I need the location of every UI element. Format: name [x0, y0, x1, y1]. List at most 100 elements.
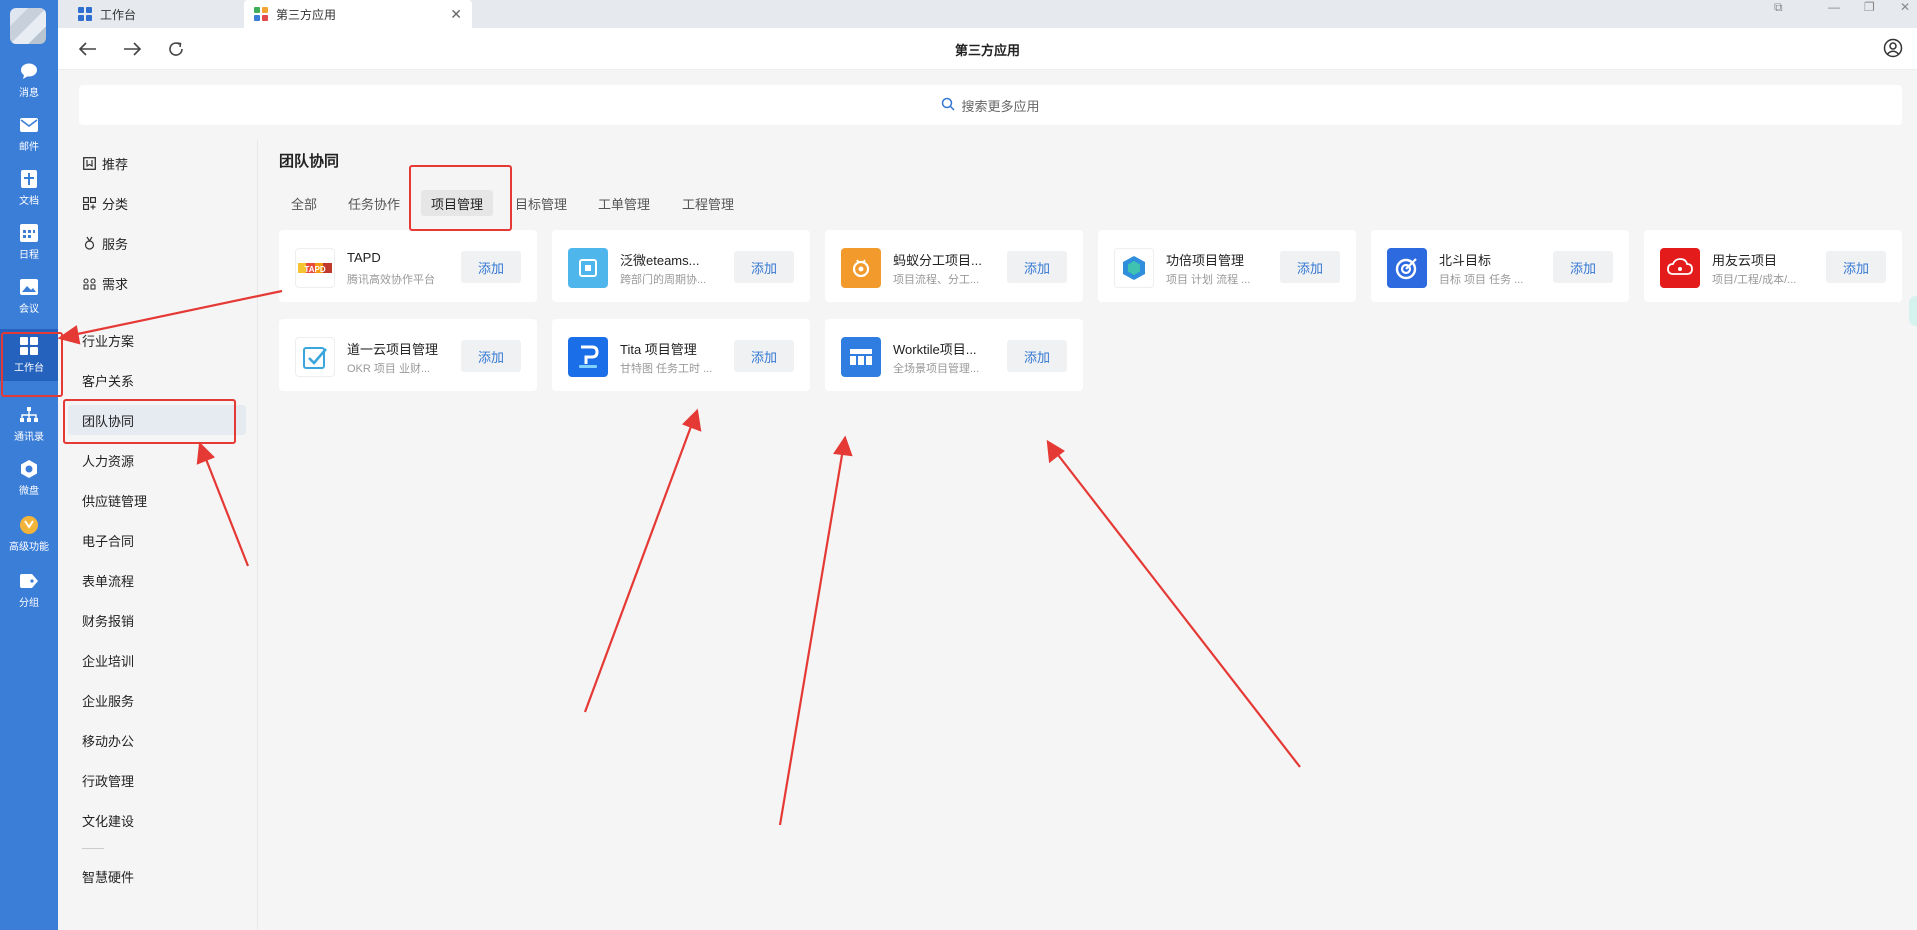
add-button[interactable]: 添加	[1007, 340, 1067, 372]
app-card-beidou[interactable]: 北斗目标 目标 项目 任务 ... 添加	[1371, 230, 1629, 302]
tab-all[interactable]: 全部	[281, 190, 327, 216]
rail-item-workbench[interactable]: 工作台	[0, 329, 58, 381]
menu-item-category[interactable]: 分类	[82, 188, 128, 218]
tab-project-management[interactable]: 项目管理	[421, 190, 494, 216]
floating-handle[interactable]	[1909, 296, 1917, 326]
left-rail: 消息 邮件 文档 日程 会议 工作台 通讯录 微盘 高级功能 分组	[0, 0, 58, 930]
menu-item-culture[interactable]: 文化建设	[82, 805, 134, 835]
tab-label: 第三方应用	[276, 7, 337, 22]
menu-label: 需求	[102, 276, 129, 292]
tapd-logo-icon: TAPD	[295, 248, 335, 288]
close-icon[interactable]: ✕	[450, 6, 462, 23]
rail-item-schedule[interactable]: 日程	[0, 216, 58, 268]
tag-icon	[20, 572, 38, 590]
tab-goal-management[interactable]: 目标管理	[505, 190, 577, 216]
menu-item-demand[interactable]: 需求	[82, 268, 128, 298]
app-name: 道一云项目管理	[347, 342, 439, 357]
back-button[interactable]	[76, 37, 100, 61]
menu-item-hr[interactable]: 人力资源	[82, 445, 134, 475]
tab-workbench[interactable]: 工作台	[68, 0, 244, 28]
minimize-icon[interactable]: —	[1828, 0, 1840, 14]
add-button[interactable]: 添加	[461, 340, 521, 372]
menu-item-smart-hardware[interactable]: 智慧硬件	[82, 861, 134, 891]
menu-divider	[82, 848, 104, 849]
menu-label: 客户关系	[82, 373, 135, 389]
menu-label: 企业服务	[82, 693, 135, 709]
daoyiyun-logo-icon	[295, 337, 335, 377]
beidou-logo-icon	[1387, 248, 1427, 288]
app-card-mayi[interactable]: 蚂蚁分工项目... 项目流程、分工... 添加	[825, 230, 1083, 302]
menu-item-form-flow[interactable]: 表单流程	[82, 565, 134, 595]
arrow-right-icon	[124, 42, 141, 56]
menu-item-enterprise-service[interactable]: 企业服务	[82, 685, 134, 715]
app-name: TAPD	[347, 250, 381, 265]
add-button[interactable]: 添加	[1826, 251, 1886, 283]
window-close-icon[interactable]: ✕	[1900, 0, 1910, 14]
tab-third-party-apps[interactable]: 第三方应用 ✕	[244, 0, 472, 28]
external-link-icon[interactable]: ⧉	[1774, 0, 1783, 15]
menu-label: 文化建设	[82, 813, 135, 829]
menu-item-team-collab[interactable]: 团队协同	[68, 405, 246, 435]
menu-item-finance[interactable]: 财务报销	[82, 605, 134, 635]
menu-label: 智慧硬件	[82, 869, 135, 885]
rail-item-meeting[interactable]: 会议	[0, 270, 58, 322]
app-desc: 项目/工程/成本/...	[1712, 274, 1797, 286]
app-name: 泛微eteams...	[620, 253, 700, 268]
app-desc: 甘特图 任务工时 ...	[620, 363, 713, 375]
app-name: 用友云项目	[1712, 253, 1778, 268]
rail-item-mail[interactable]: 邮件	[0, 108, 58, 160]
menu-label: 分类	[102, 196, 129, 212]
rail-label: 高级功能	[9, 541, 49, 553]
rail-item-group[interactable]: 分组	[0, 564, 58, 616]
menu-item-supply-chain[interactable]: 供应链管理	[82, 485, 147, 515]
app-card-gongbei[interactable]: 功倍项目管理 项目 计划 流程 ... 添加	[1098, 230, 1356, 302]
forward-button[interactable]	[120, 37, 144, 61]
app-card-worktile[interactable]: Worktile项目... 全场景项目管理... 添加	[825, 319, 1083, 391]
menu-item-training[interactable]: 企业培训	[82, 645, 134, 675]
advanced-icon	[20, 515, 38, 534]
rail-item-drive[interactable]: 微盘	[0, 452, 58, 504]
user-icon[interactable]	[1883, 38, 1903, 58]
menu-item-e-contract[interactable]: 电子合同	[82, 525, 134, 555]
add-button[interactable]: 添加	[1007, 251, 1067, 283]
category-menu: 推荐 分类 服务 需求 行业方案 客户关系 团队协同 人力资源 供应链管理 电子…	[58, 140, 258, 930]
tab-ticket-management[interactable]: 工单管理	[588, 190, 660, 216]
app-card-tita[interactable]: Tita 项目管理 甘特图 任务工时 ... 添加	[552, 319, 810, 391]
bookmark-icon	[82, 156, 96, 170]
tab-task-collab[interactable]: 任务协作	[338, 190, 410, 216]
apps-tab-icon	[254, 7, 268, 21]
rail-item-contacts[interactable]: 通讯录	[0, 398, 58, 450]
rail-label: 会议	[19, 303, 39, 315]
menu-item-service[interactable]: 服务	[82, 228, 128, 258]
add-button[interactable]: 添加	[1553, 251, 1613, 283]
app-desc: 全场景项目管理...	[893, 363, 980, 375]
menu-label: 供应链管理	[82, 493, 148, 509]
add-button[interactable]: 添加	[734, 340, 794, 372]
eteams-logo-icon	[568, 248, 608, 288]
add-button[interactable]: 添加	[1280, 251, 1340, 283]
menu-item-crm[interactable]: 客户关系	[82, 365, 134, 395]
app-card-yonyou[interactable]: 用友云项目 项目/工程/成本/... 添加	[1644, 230, 1902, 302]
app-card-eteams[interactable]: 泛微eteams... 跨部门的周期协... 添加	[552, 230, 810, 302]
grid-icon	[20, 336, 38, 355]
refresh-button[interactable]	[164, 37, 188, 61]
avatar[interactable]	[10, 8, 46, 44]
page-title: 第三方应用	[954, 43, 1020, 58]
restore-icon[interactable]: ❐	[1864, 0, 1875, 14]
search-input[interactable]: 搜索更多应用	[79, 85, 1902, 125]
rail-item-advanced[interactable]: 高级功能	[0, 508, 58, 560]
rail-item-messages[interactable]: 消息	[0, 54, 58, 106]
rail-label: 微盘	[19, 485, 39, 497]
rail-label: 分组	[19, 597, 39, 609]
menu-item-mobile-office[interactable]: 移动办公	[82, 725, 134, 755]
menu-item-industry[interactable]: 行业方案	[82, 325, 134, 355]
add-button[interactable]: 添加	[461, 251, 521, 283]
menu-item-admin[interactable]: 行政管理	[82, 765, 134, 795]
app-card-tapd[interactable]: TAPD TAPD 腾讯高效协作平台 添加	[279, 230, 537, 302]
menu-item-recommend[interactable]: 推荐	[82, 148, 128, 178]
menu-label: 企业培训	[82, 653, 135, 669]
rail-item-docs[interactable]: 文档	[0, 162, 58, 214]
add-button[interactable]: 添加	[734, 251, 794, 283]
app-card-daoyiyun[interactable]: 道一云项目管理 OKR 项目 业财... 添加	[279, 319, 537, 391]
tab-engineering-management[interactable]: 工程管理	[672, 190, 744, 216]
